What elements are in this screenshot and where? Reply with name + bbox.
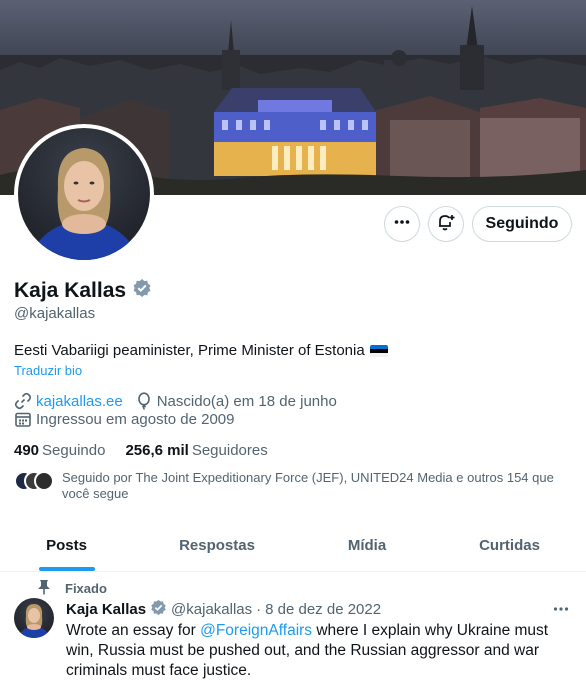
tweet-author-avatar[interactable]	[14, 598, 54, 638]
profile-meta: kajakallas.ee Nascido(a) em 18 de junho	[14, 392, 337, 410]
tweet-author-handle[interactable]: @kajakallas	[171, 601, 252, 618]
verified-badge-icon[interactable]	[132, 278, 152, 303]
tweet-author-name[interactable]: Kaja Kallas	[66, 601, 146, 618]
tab-label: Posts	[46, 537, 87, 554]
tab-label: Curtidas	[479, 537, 540, 554]
balloon-icon	[135, 392, 153, 410]
tab-likes[interactable]: Curtidas	[433, 520, 586, 571]
profile-tabs: Posts Respostas Mídia Curtidas	[0, 520, 586, 572]
tweet-date[interactable]: 8 de dez de 2022	[265, 601, 381, 618]
tweet-header: Kaja Kallas @kajakallas · 8 de dez de 20…	[66, 599, 381, 620]
followed-by-text: Seguido por The Joint Expeditionary Forc…	[62, 470, 554, 501]
display-name: Kaja Kallas	[14, 278, 127, 302]
ellipsis-icon	[393, 213, 411, 236]
following-stat[interactable]: 490 Seguindo	[14, 442, 105, 459]
followed-by[interactable]: Seguido por The Joint Expeditionary Forc…	[14, 470, 574, 502]
tweet-text-start: Wrote an essay for	[66, 622, 201, 639]
followers-label: Seguidores	[191, 442, 268, 459]
link-icon	[14, 392, 32, 410]
avatar-photo	[18, 128, 150, 260]
profile-stats: 490 Seguindo 256,6 mil Seguidores	[14, 442, 268, 459]
following-label: Seguindo	[42, 442, 106, 459]
pinned-indicator: Fixado	[37, 579, 107, 598]
follower-avatar	[34, 471, 54, 491]
estonia-flag-icon	[369, 344, 388, 357]
tab-label: Respostas	[179, 537, 255, 554]
tweet-text: Wrote an essay for @ForeignAffairs where…	[66, 621, 576, 680]
tab-media[interactable]: Mídia	[301, 520, 433, 571]
website-link[interactable]: kajakallas.ee	[36, 393, 123, 410]
notifications-button[interactable]	[428, 206, 464, 242]
translate-bio-link[interactable]: Traduzir bio	[14, 363, 82, 378]
tweet-more-button[interactable]	[552, 600, 570, 623]
following-count: 490	[14, 442, 40, 459]
tab-posts[interactable]: Posts	[0, 520, 133, 571]
calendar-icon	[14, 410, 32, 428]
ellipsis-icon	[552, 605, 570, 622]
followed-by-avatars	[14, 471, 58, 491]
more-options-button[interactable]	[384, 206, 420, 242]
joined-text: Ingressou em agosto de 2009	[36, 410, 235, 428]
pinned-label: Fixado	[65, 581, 107, 596]
tab-label: Mídia	[347, 537, 387, 554]
followers-stat[interactable]: 256,6 mil Seguidores	[125, 442, 267, 459]
profile-handle: @kajakallas	[14, 305, 96, 322]
bell-plus-icon	[436, 212, 456, 237]
pin-icon	[37, 579, 51, 598]
joined-row: Ingressou em agosto de 2009	[14, 410, 234, 428]
followers-count: 256,6 mil	[125, 442, 189, 459]
following-button[interactable]: Seguindo	[472, 206, 572, 242]
tweet-mention-link[interactable]: @ForeignAffairs	[200, 622, 312, 639]
tab-replies[interactable]: Respostas	[133, 520, 301, 571]
active-tab-indicator	[38, 567, 95, 571]
verified-badge-icon[interactable]	[150, 599, 167, 620]
bio-text: Eesti Vabariigi peaminister, Prime Minis…	[14, 342, 365, 359]
birthday-text: Nascido(a) em 18 de junho	[156, 392, 337, 410]
tweet-separator: ·	[256, 601, 262, 618]
name-row: Kaja Kallas	[14, 278, 152, 303]
profile-avatar[interactable]	[14, 124, 154, 264]
profile-bio: Eesti Vabariigi peaminister, Prime Minis…	[14, 342, 388, 359]
